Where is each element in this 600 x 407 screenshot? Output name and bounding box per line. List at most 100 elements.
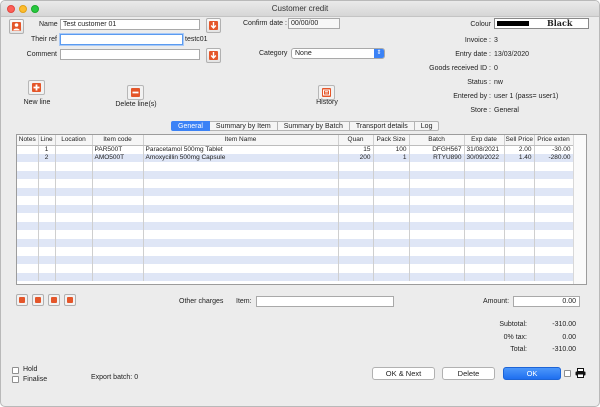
column-header-location[interactable]: Location xyxy=(55,135,93,146)
print-checkbox[interactable] xyxy=(564,370,571,377)
cell-exp-date: 30/09/2022 xyxy=(464,153,505,162)
cell-pack-size: 100 xyxy=(373,145,410,154)
hold-label: Hold xyxy=(23,366,38,373)
tab-bar: General Summary by Item Summary by Batch… xyxy=(171,121,440,131)
hold-checkbox[interactable] xyxy=(12,367,19,374)
note-button[interactable] xyxy=(64,294,76,306)
cell-batch: DFGH567 xyxy=(409,145,465,154)
store-label: Store : xyxy=(470,107,491,114)
empty-row xyxy=(17,255,574,264)
subtotal-label: Subtotal: xyxy=(499,321,527,328)
delete-button[interactable]: Delete xyxy=(442,367,495,380)
cell-item-code: AMO500T xyxy=(92,153,144,162)
empty-row xyxy=(17,162,574,171)
add-charge-button[interactable] xyxy=(16,294,28,306)
edit-button[interactable] xyxy=(48,294,60,306)
customer-lookup-button[interactable] xyxy=(9,19,24,34)
ok-and-next-button[interactable]: OK & Next xyxy=(372,367,435,380)
cell-exp-date: 31/08/2021 xyxy=(464,145,505,154)
tab-transport-details[interactable]: Transport details xyxy=(349,121,415,131)
empty-row xyxy=(17,272,574,281)
comment-field[interactable] xyxy=(60,49,200,60)
table-row[interactable]: 2 AMO500T Amoxycillin 500mg Capsule 200 … xyxy=(17,153,574,162)
colour-name: Black xyxy=(547,18,573,28)
amount-label: Amount: xyxy=(483,298,510,305)
tab-summary-by-batch[interactable]: Summary by Batch xyxy=(277,121,350,131)
history-button[interactable] xyxy=(318,85,335,100)
empty-row xyxy=(17,238,574,247)
cell-sell-price: 1.40 xyxy=(504,153,535,162)
name-field[interactable]: Test customer 01 xyxy=(60,19,200,30)
colour-selector[interactable]: Black xyxy=(494,18,589,29)
cell-line: 2 xyxy=(38,153,56,162)
cell-item-code: PAR500T xyxy=(92,145,144,154)
tax-label: 0% tax: xyxy=(503,334,527,341)
empty-row xyxy=(17,230,574,239)
ok-button[interactable]: OK xyxy=(503,367,561,380)
window-title: Customer credit xyxy=(271,4,329,13)
zoom-window-button[interactable] xyxy=(31,5,39,13)
comment-action-button[interactable] xyxy=(206,48,221,63)
column-header-pack-size[interactable]: Pack Size xyxy=(373,135,410,146)
their-ref-field[interactable] xyxy=(60,34,183,45)
empty-row xyxy=(17,204,574,213)
status-label: Status : xyxy=(467,79,491,86)
delete-lines-button[interactable] xyxy=(127,85,144,100)
confirm-date-label: Confirm date : xyxy=(243,20,287,27)
finalise-label: Finalise xyxy=(23,376,48,383)
amount-field[interactable]: 0.00 xyxy=(513,296,580,307)
total-value: -310.00 xyxy=(552,346,576,353)
note-icon xyxy=(67,297,73,303)
cell-notes xyxy=(17,145,39,154)
empty-row xyxy=(17,170,574,179)
finalise-checkbox[interactable] xyxy=(12,376,19,383)
name-label: Name xyxy=(39,21,58,28)
table-row[interactable]: 1 PAR500T Paracetamol 500mg Tablet 15 10… xyxy=(17,145,574,154)
entered-by-value: user 1 (pass= user1) xyxy=(494,93,559,100)
export-batch-text: Export batch: 0 xyxy=(91,374,139,381)
column-header-quantity[interactable]: Quan xyxy=(338,135,374,146)
column-header-batch[interactable]: Batch xyxy=(409,135,465,146)
cell-quantity: 200 xyxy=(338,153,374,162)
new-line-button[interactable] xyxy=(28,80,45,95)
their-ref-label: Their ref xyxy=(30,36,57,43)
column-header-item-code[interactable]: Item code xyxy=(92,135,144,146)
printer-icon[interactable] xyxy=(575,368,586,378)
lines-table[interactable]: Notes Line Location Item code Item Name … xyxy=(16,134,587,285)
column-header-sell-price[interactable]: Sell Price xyxy=(504,135,535,146)
tab-general[interactable]: General xyxy=(171,121,210,131)
invoice-label: Invoice : xyxy=(464,37,491,44)
cell-item-name: Paracetamol 500mg Tablet xyxy=(143,145,339,154)
store-value: General xyxy=(494,107,519,114)
tab-log[interactable]: Log xyxy=(414,121,440,131)
name-action-button[interactable] xyxy=(206,18,221,33)
entry-date-value: 13/03/2020 xyxy=(494,51,530,58)
category-label: Category xyxy=(259,50,288,57)
empty-row xyxy=(17,247,574,256)
column-header-item-name[interactable]: Item Name xyxy=(143,135,339,146)
column-header-exp-date[interactable]: Exp date xyxy=(464,135,505,146)
cell-sell-price: 2.00 xyxy=(504,145,535,154)
info-icon xyxy=(35,297,41,303)
column-header-price-extension[interactable]: Price exten xyxy=(534,135,574,146)
table-header-row: Notes Line Location Item code Item Name … xyxy=(17,135,574,146)
empty-row xyxy=(17,187,574,196)
invoice-value: 3 xyxy=(494,37,498,44)
info-button[interactable] xyxy=(32,294,44,306)
close-window-button[interactable] xyxy=(7,5,15,13)
arrow-down-icon xyxy=(209,51,218,60)
plus-icon xyxy=(32,83,41,92)
category-select[interactable]: None ⇕ xyxy=(291,48,385,59)
table-scrollbar[interactable] xyxy=(573,135,586,284)
select-arrows-icon: ⇕ xyxy=(374,49,384,58)
column-header-line[interactable]: Line xyxy=(38,135,56,146)
minimize-window-button[interactable] xyxy=(19,5,27,13)
cell-location xyxy=(55,145,93,154)
confirm-date-field[interactable]: 00/00/00 xyxy=(288,18,340,29)
cell-price-extension: -280.00 xyxy=(534,153,574,162)
empty-row xyxy=(17,221,574,230)
tab-summary-by-item[interactable]: Summary by Item xyxy=(209,121,278,131)
column-header-notes[interactable]: Notes xyxy=(17,135,39,146)
history-icon xyxy=(322,88,331,97)
charge-item-field[interactable] xyxy=(256,296,394,307)
